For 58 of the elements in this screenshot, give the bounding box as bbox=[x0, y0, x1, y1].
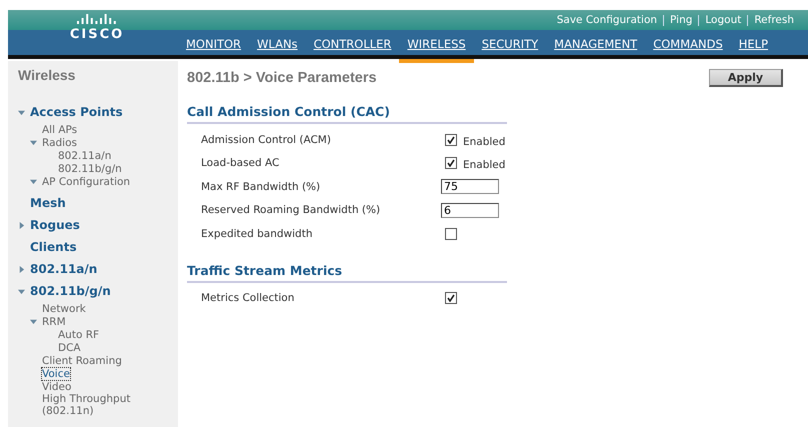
expanded-arrow-icon[interactable] bbox=[30, 178, 37, 185]
sidebar-item[interactable]: 802.11a/n bbox=[30, 263, 98, 275]
checkbox-caption: Enabled bbox=[463, 159, 506, 172]
field-label: Max RF Bandwidth (%) bbox=[201, 180, 322, 193]
nav-tab[interactable]: MONITOR bbox=[178, 37, 250, 59]
sidebar-item[interactable]: All APs bbox=[42, 124, 78, 136]
nav-tab[interactable]: WLANs bbox=[249, 37, 306, 59]
nav-tab[interactable]: HELP bbox=[730, 37, 776, 59]
checkbox[interactable] bbox=[445, 228, 457, 240]
checkbox[interactable] bbox=[445, 134, 457, 146]
expanded-arrow-icon[interactable] bbox=[30, 318, 37, 325]
header-link[interactable]: Refresh bbox=[747, 14, 800, 26]
nav-tab[interactable]: SECURITY bbox=[474, 37, 546, 59]
header-link[interactable]: Ping bbox=[663, 14, 698, 26]
nav-tab[interactable]: COMMANDS bbox=[645, 37, 731, 59]
sidebar-item[interactable]: DCA bbox=[58, 342, 81, 354]
section-title: Call Admission Control (CAC) bbox=[187, 104, 507, 124]
logo-text: CISCO bbox=[70, 27, 124, 42]
sidebar-item[interactable]: Auto RF bbox=[58, 328, 100, 340]
checkbox[interactable] bbox=[445, 292, 457, 304]
input-field[interactable]: 75 bbox=[441, 179, 499, 194]
expanded-arrow-icon[interactable] bbox=[18, 108, 25, 116]
logo-bars-icon bbox=[77, 12, 117, 26]
checkbox-caption: Enabled bbox=[463, 136, 506, 148]
sidebar-item[interactable]: Voice bbox=[42, 368, 70, 380]
expanded-arrow-icon[interactable] bbox=[18, 288, 25, 294]
field-label: Expedited bandwidth bbox=[201, 228, 314, 240]
field-label: Load-based AC bbox=[201, 157, 280, 170]
field-label: Reserved Roaming Bandwidth (%) bbox=[201, 204, 382, 216]
nav-tab[interactable]: MANAGEMENT bbox=[546, 37, 646, 59]
section-title: Traffic Stream Metrics bbox=[187, 262, 507, 282]
page-title: 802.11b > Voice Parameters bbox=[187, 70, 377, 86]
field-label: Metrics Collection bbox=[201, 292, 296, 304]
header-link[interactable]: Save Configuration bbox=[550, 14, 664, 26]
collapsed-arrow-icon[interactable] bbox=[18, 266, 25, 272]
sidebar-item[interactable]: Mesh bbox=[30, 197, 66, 209]
apply-button[interactable]: Apply bbox=[709, 69, 783, 87]
sidebar-item[interactable]: 802.11a/n bbox=[58, 150, 112, 162]
checkbox[interactable] bbox=[445, 157, 457, 170]
sidebar-item[interactable]: Client Roaming bbox=[42, 354, 122, 366]
sidebar-title: Wireless bbox=[18, 67, 76, 83]
sidebar-item[interactable]: AP Configuration bbox=[42, 176, 130, 188]
sidebar-item[interactable]: Video bbox=[42, 380, 72, 392]
collapsed-arrow-icon[interactable] bbox=[18, 222, 25, 228]
input-field[interactable]: 6 bbox=[441, 202, 499, 218]
expanded-arrow-icon[interactable] bbox=[30, 139, 37, 146]
sidebar-item[interactable]: Clients bbox=[30, 241, 77, 253]
sidebar-item[interactable]: 802.11b/g/n bbox=[58, 162, 122, 174]
nav-tab[interactable]: CONTROLLER bbox=[306, 37, 400, 59]
field-label: Admission Control (ACM) bbox=[201, 134, 332, 146]
sidebar-item[interactable]: RRM bbox=[42, 316, 66, 328]
sidebar-item[interactable]: Radios bbox=[42, 136, 77, 148]
header-link[interactable]: Logout bbox=[698, 14, 748, 26]
sidebar-item[interactable]: High Throughput (802.11n) bbox=[42, 393, 147, 417]
sidebar-item[interactable]: 802.11b/g/n bbox=[30, 285, 111, 297]
sidebar-item[interactable]: Rogues bbox=[30, 219, 80, 231]
sidebar-item[interactable]: Access Points bbox=[30, 106, 123, 118]
sidebar-item[interactable]: Network bbox=[42, 302, 86, 314]
